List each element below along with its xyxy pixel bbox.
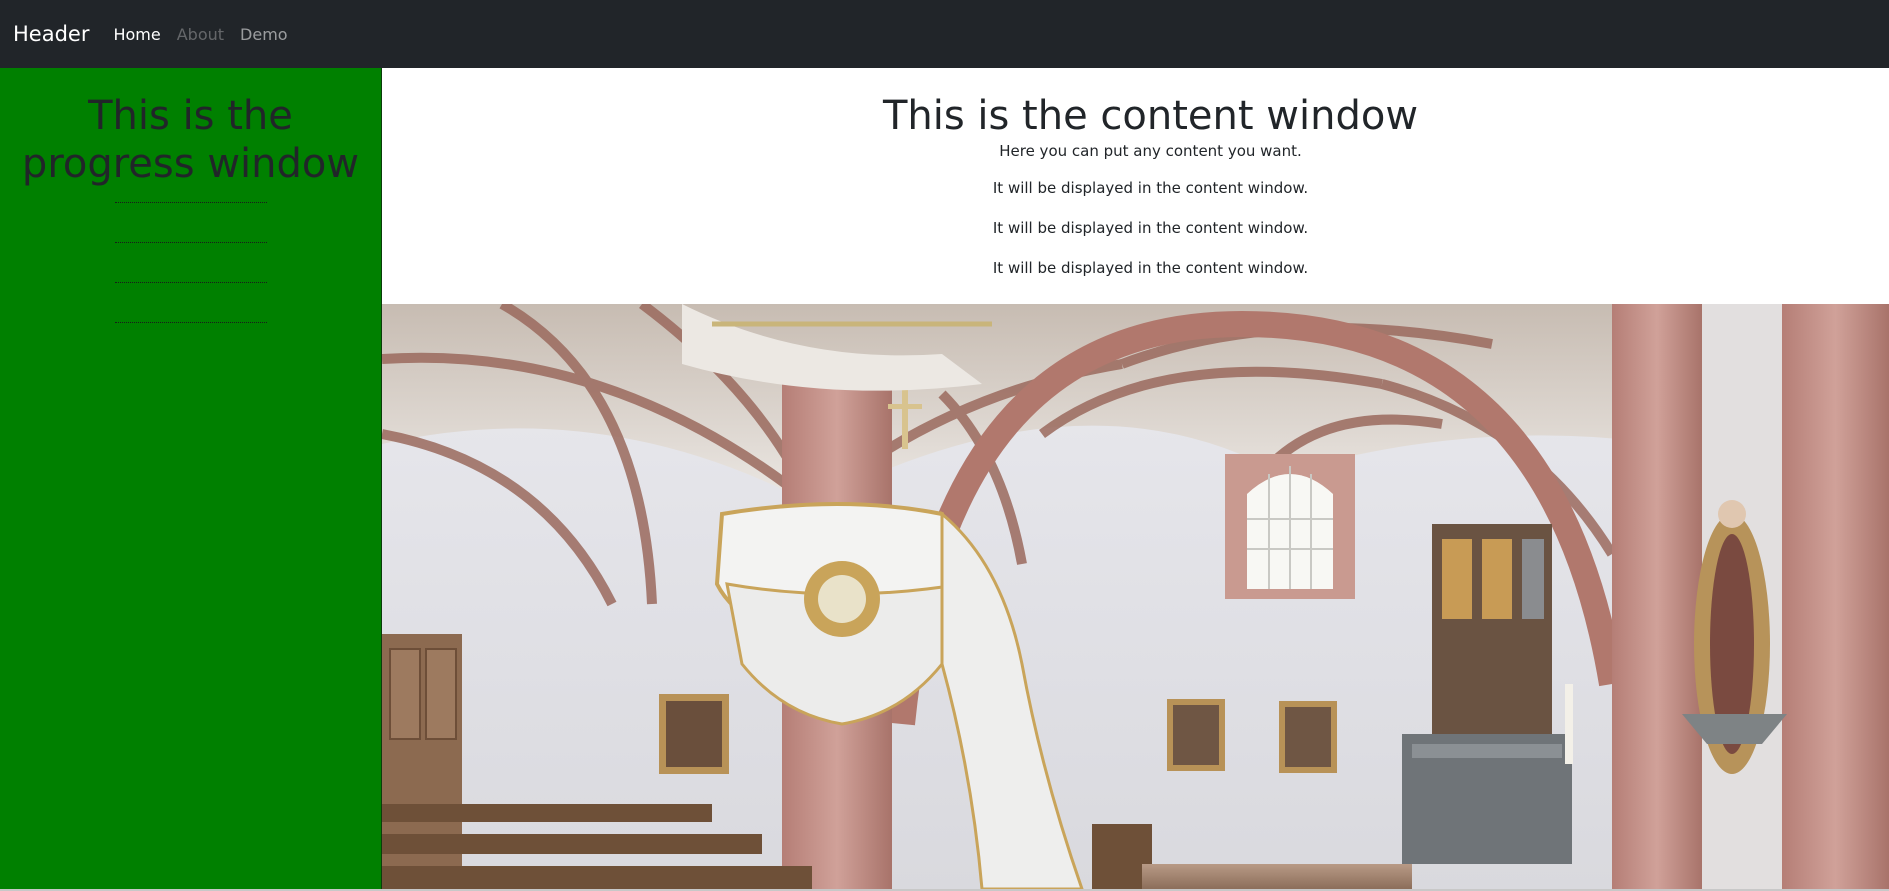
progress-window: This is the progress window xyxy=(0,68,382,891)
progress-step-line xyxy=(114,202,267,203)
nav-link-demo[interactable]: Demo xyxy=(240,25,288,44)
content-paragraph: It will be displayed in the content wind… xyxy=(992,179,1309,197)
content-paragraph: It will be displayed in the content wind… xyxy=(992,259,1309,277)
navbar-brand[interactable]: Header xyxy=(13,22,89,46)
nav-link-home[interactable]: Home xyxy=(113,25,160,44)
content-window-title: This is the content window xyxy=(882,93,1419,139)
top-navbar: Header Home About Demo xyxy=(0,0,1889,68)
content-window: This is the content window Here you can … xyxy=(382,68,1889,891)
progress-window-title: This is the progress window xyxy=(21,93,360,187)
church-interior-image xyxy=(382,304,1889,889)
church-interior-illustration xyxy=(382,304,1889,889)
nav-link-about[interactable]: About xyxy=(177,25,224,44)
content-paragraph: It will be displayed in the content wind… xyxy=(992,219,1309,237)
progress-step-line xyxy=(114,282,267,283)
progress-step-line xyxy=(114,322,267,323)
content-paragraph: Here you can put any content you want. xyxy=(999,142,1302,160)
progress-step-line xyxy=(114,242,267,243)
progress-steps xyxy=(0,202,381,362)
